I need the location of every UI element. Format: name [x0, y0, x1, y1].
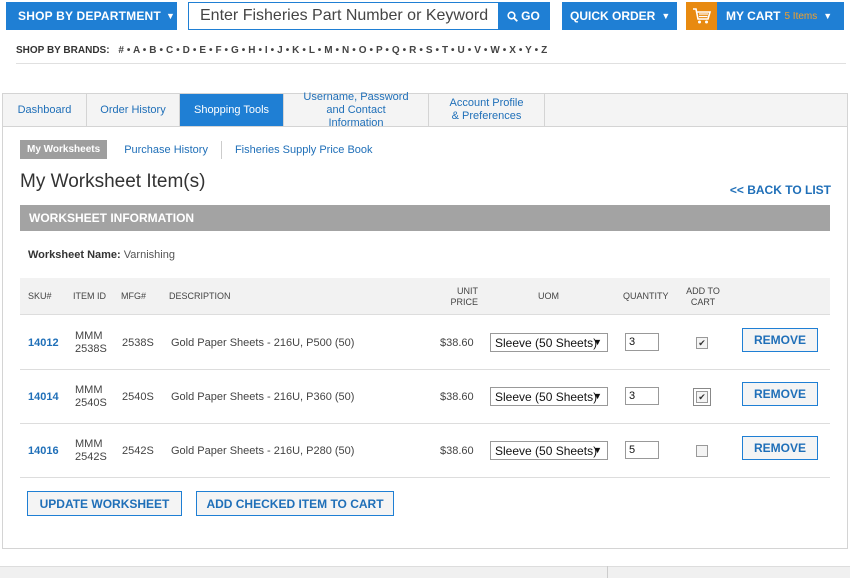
col-item-id: ITEM ID [73, 291, 106, 301]
account-panel: Dashboard Order History Shopping Tools U… [2, 91, 848, 549]
tab-username-password[interactable]: Username, Password and Contact Informati… [284, 91, 429, 129]
page-title: My Worksheet Item(s) [20, 171, 206, 192]
shopping-tools-subnav: My Worksheets Purchase History Fisheries… [20, 140, 386, 159]
divider [16, 63, 846, 64]
uom-select[interactable]: Sleeve (50 Sheets) ▼ [490, 333, 608, 352]
search-go-label: GO [521, 9, 540, 23]
item-description: Gold Paper Sheets - 216U, P360 (50) [171, 391, 355, 403]
unit-price: $38.60 [440, 445, 474, 457]
col-mfg: MFG# [121, 291, 147, 301]
col-description: DESCRIPTION [169, 291, 231, 301]
brands-label: SHOP BY BRANDS: [16, 45, 110, 56]
shop-by-department-button[interactable]: SHOP BY DEPARTMENT ▼ [6, 2, 177, 30]
quick-order-label: QUICK ORDER [570, 9, 656, 23]
item-id: MMM 2540S [75, 384, 107, 409]
col-quantity: QUANTITY [623, 291, 669, 301]
table-row: 14014 MMM 2540S 2540S Gold Paper Sheets … [20, 370, 830, 424]
worksheet-info-header: WORKSHEET INFORMATION [20, 205, 830, 231]
col-sku: SKU# [28, 291, 52, 301]
subtab-my-worksheets[interactable]: My Worksheets [20, 140, 108, 159]
top-bar: SHOP BY DEPARTMENT ▼ GO QUICK ORDER ▼ MY… [0, 0, 850, 34]
add-to-cart-checkbox[interactable] [696, 445, 708, 457]
unit-price: $38.60 [440, 391, 474, 403]
department-label: SHOP BY DEPARTMENT [18, 9, 161, 23]
chevron-down-icon: ▼ [661, 11, 671, 21]
item-description: Gold Paper Sheets - 216U, P280 (50) [171, 445, 355, 457]
chevron-down-icon: ▼ [823, 11, 833, 21]
quantity-input[interactable] [625, 387, 659, 405]
item-id: MMM 2538S [75, 330, 107, 355]
back-to-list-link[interactable]: << BACK TO LIST [730, 183, 831, 197]
table-row: 14012 MMM 2538S 2538S Gold Paper Sheets … [20, 316, 830, 370]
remove-button[interactable]: REMOVE [742, 382, 818, 406]
table-row: 14016 MMM 2542S 2542S Gold Paper Sheets … [20, 424, 830, 478]
brands-letter-links[interactable]: # • A • B • C • D • E • F • G • H • I • … [118, 45, 547, 56]
table-header: SKU# ITEM ID MFG# DESCRIPTION UNIT PRICE… [20, 278, 830, 315]
tab-dashboard[interactable]: Dashboard [3, 94, 87, 126]
uom-select[interactable]: Sleeve (50 Sheets) ▼ [490, 441, 608, 460]
quick-order-button[interactable]: QUICK ORDER ▼ [562, 2, 677, 30]
cart-count-badge: 5 Items [784, 10, 818, 22]
mfg-number: 2538S [122, 337, 154, 349]
tab-order-history[interactable]: Order History [87, 94, 180, 126]
uom-select[interactable]: Sleeve (50 Sheets) ▼ [490, 387, 608, 406]
shop-by-brands: SHOP BY BRANDS: # • A • B • C • D • E • … [16, 45, 547, 56]
col-unit-price: UNIT PRICE [450, 285, 478, 307]
add-to-cart-checkbox[interactable]: ✔ [696, 337, 708, 349]
update-worksheet-button[interactable]: UPDATE WORKSHEET [27, 491, 182, 516]
cart-icon [686, 2, 717, 30]
dropdown-arrow-icon: ▼ [593, 391, 602, 401]
remove-button[interactable]: REMOVE [742, 328, 818, 352]
worksheet-name-value: Varnishing [123, 249, 175, 261]
dropdown-arrow-icon: ▼ [593, 337, 602, 347]
my-cart-button[interactable]: MY CART 5 Items ▼ [686, 2, 844, 30]
tab-account-profile[interactable]: Account Profile & Preferences [429, 94, 545, 126]
cart-label: MY CART [726, 9, 781, 23]
sku-link[interactable]: 14016 [28, 424, 59, 478]
col-uom: UOM [538, 291, 559, 301]
worksheet-name: Worksheet Name: Varnishing [28, 249, 175, 261]
subtab-price-book[interactable]: Fisheries Supply Price Book [220, 140, 386, 159]
sku-link[interactable]: 14014 [28, 370, 59, 424]
quantity-input[interactable] [625, 333, 659, 351]
mfg-number: 2540S [122, 391, 154, 403]
search-go-button[interactable]: GO [498, 2, 549, 30]
item-id: MMM 2542S [75, 438, 107, 463]
subtab-purchase-history[interactable]: Purchase History [107, 141, 221, 159]
add-checked-to-cart-button[interactable]: ADD CHECKED ITEM TO CART [196, 491, 394, 516]
remove-button[interactable]: REMOVE [742, 436, 818, 460]
dropdown-arrow-icon: ▼ [593, 445, 602, 455]
search-icon [507, 10, 519, 22]
sku-link[interactable]: 14012 [28, 316, 59, 370]
mfg-number: 2542S [122, 445, 154, 457]
footer-bar [0, 566, 850, 578]
chevron-down-icon: ▼ [165, 11, 176, 21]
search-box: GO [188, 2, 550, 30]
divider [607, 566, 608, 578]
worksheet-name-label: Worksheet Name: [28, 249, 121, 261]
search-input[interactable] [189, 3, 499, 29]
account-nav-tabs: Dashboard Order History Shopping Tools U… [3, 91, 847, 129]
unit-price: $38.60 [440, 337, 474, 349]
col-add-to-cart: ADD TO CART [686, 285, 720, 307]
tab-shopping-tools[interactable]: Shopping Tools [180, 94, 284, 126]
add-to-cart-checkbox[interactable]: ✔ [693, 388, 711, 406]
quantity-input[interactable] [625, 441, 659, 459]
item-description: Gold Paper Sheets - 216U, P500 (50) [171, 337, 355, 349]
